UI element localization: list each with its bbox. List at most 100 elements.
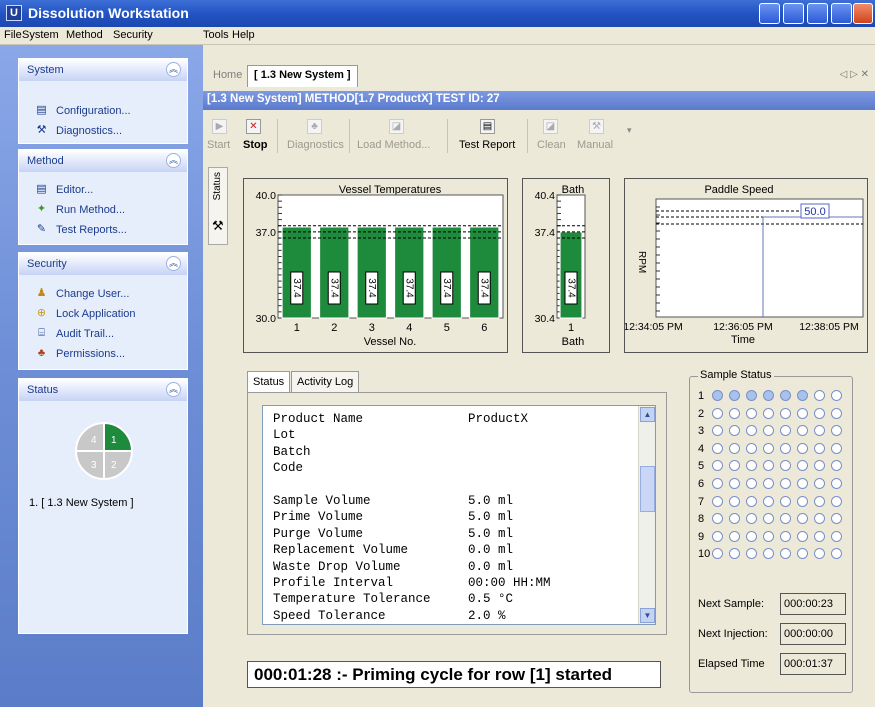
toolbar-separator xyxy=(277,119,278,153)
status-panel-content: Media Volume900.0 mlSpeed Tolerance2.0 %… xyxy=(247,392,667,635)
parameter-list[interactable]: Media Volume900.0 mlSpeed Tolerance2.0 %… xyxy=(262,405,656,625)
quadrant-label-2: 2 xyxy=(111,460,117,471)
sample-indicator xyxy=(746,425,757,437)
sample-indicator xyxy=(763,407,774,419)
scroll-up-icon[interactable]: ▲ xyxy=(640,407,655,422)
security-panel-header[interactable]: Security ︽ xyxy=(19,253,187,275)
sample-indicator xyxy=(712,548,723,560)
sample-row-number: 4 xyxy=(698,442,705,455)
tab-home[interactable]: Home xyxy=(213,69,242,81)
status-panel-header[interactable]: Status ︽ xyxy=(19,379,187,401)
sidebar-item-change-user[interactable]: ♟ Change User... xyxy=(19,284,187,304)
menu-tools[interactable]: Tools xyxy=(203,29,229,41)
scroll-thumb[interactable] xyxy=(640,466,655,512)
sample-indicator xyxy=(797,530,808,542)
collapse-up-icon[interactable]: ︽ xyxy=(166,153,181,168)
paddle-y-label: RPM xyxy=(636,251,647,273)
sidebar-item-diagnostics[interactable]: ⚒ Diagnostics... xyxy=(19,121,187,141)
sample-indicator xyxy=(746,513,757,525)
manual-button[interactable]: ⚒ Manual xyxy=(573,115,619,157)
sidebar-item-lock-application[interactable]: ⊕ Lock Application xyxy=(19,304,187,324)
test-report-button[interactable]: ▤ Test Report xyxy=(455,115,521,157)
maximize-button[interactable] xyxy=(831,3,852,24)
system-status-wheel[interactable]: 1 2 3 4 xyxy=(19,413,189,493)
sample-indicator xyxy=(729,460,740,472)
sample-indicator xyxy=(746,460,757,472)
sample-indicator xyxy=(780,513,791,525)
sample-indicator xyxy=(712,460,723,472)
sample-indicator xyxy=(780,442,791,454)
sidebar-item-run-method[interactable]: ✦ Run Method... xyxy=(19,200,187,220)
parameter-value: 2.0 % xyxy=(468,608,506,623)
collapse-up-icon[interactable]: ︽ xyxy=(166,382,181,397)
restore-icon[interactable] xyxy=(759,3,780,24)
tab-new-system[interactable]: [ 1.3 New System ] xyxy=(247,65,358,87)
stop-button[interactable]: ✕ Stop xyxy=(239,115,269,157)
quadrant-label-3: 3 xyxy=(91,460,97,471)
sample-indicator xyxy=(814,442,825,454)
collapse-up-icon[interactable]: ︽ xyxy=(166,62,181,77)
sample-indicator xyxy=(746,548,757,560)
diagnostics-button[interactable]: ♣ Diagnostics xyxy=(283,115,345,157)
close-button[interactable] xyxy=(853,3,873,24)
toolbar-separator xyxy=(527,119,528,153)
sidebar-item-test-reports[interactable]: ✎ Test Reports... xyxy=(19,220,187,240)
sample-indicator xyxy=(780,390,791,401)
sample-indicator xyxy=(712,407,723,419)
menu-system[interactable]: System xyxy=(22,29,59,41)
sample-row-number: 10 xyxy=(698,548,711,561)
sample-indicator xyxy=(814,390,825,401)
method-panel-title: Method xyxy=(27,155,64,167)
sample-indicator xyxy=(729,390,740,401)
quadrant-4[interactable] xyxy=(74,421,105,452)
tab-status[interactable]: Status xyxy=(247,371,291,393)
parameter-value: 0.0 ml xyxy=(468,559,514,574)
tab-scroll-icon[interactable]: ◁ ▷ ✕ xyxy=(840,69,869,80)
sidebar-item-editor[interactable]: ▤ Editor... xyxy=(19,180,187,200)
menu-help[interactable]: Help xyxy=(232,29,255,41)
sidebar: System ︽ ▤ Configuration... ⚒ Diagnostic… xyxy=(0,45,203,707)
sample-indicator xyxy=(746,478,757,489)
toolbar-separator xyxy=(447,119,448,153)
sample-indicator xyxy=(780,425,791,437)
system-panel: System ︽ ▤ Configuration... ⚒ Diagnostic… xyxy=(18,58,188,144)
security-panel-title: Security xyxy=(27,258,67,270)
clean-button[interactable]: ◪ Clean xyxy=(533,115,569,157)
sample-indicator xyxy=(763,478,774,489)
quadrant-1[interactable] xyxy=(103,421,134,452)
load-method-button[interactable]: ◪ Load Method... xyxy=(353,115,437,157)
quadrant-label-4: 4 xyxy=(91,435,97,446)
scroll-down-icon[interactable]: ▼ xyxy=(640,608,655,623)
sidebar-item-configuration[interactable]: ▤ Configuration... xyxy=(19,101,187,121)
tab-status-side[interactable]: Status ⚒ xyxy=(208,167,228,245)
parameter-name: Batch xyxy=(273,444,311,459)
sample-indicator xyxy=(814,530,825,542)
quadrant-3[interactable] xyxy=(74,450,105,481)
paddle-chart-title: Paddle Speed xyxy=(704,184,773,196)
layout-icon[interactable] xyxy=(783,3,804,24)
menu-method[interactable]: Method xyxy=(66,29,103,41)
hammer-icon: ⚒ xyxy=(36,124,47,136)
security-panel: Security ︽ ♟ Change User... ⊕ Lock Appli… xyxy=(18,252,188,370)
start-button[interactable]: ▶ Start xyxy=(205,115,235,157)
vessel_chart-category-label: 6 xyxy=(481,322,487,334)
menu-file[interactable]: File xyxy=(4,29,22,41)
system-panel-header[interactable]: System ︽ xyxy=(19,59,187,81)
sample-indicator xyxy=(831,425,842,437)
quadrant-2[interactable] xyxy=(103,450,134,481)
method-panel-header[interactable]: Method ︽ xyxy=(19,150,187,172)
parameter-value: 5.0 ml xyxy=(468,526,514,541)
menu-security[interactable]: Security xyxy=(113,29,153,41)
minimize-button[interactable] xyxy=(807,3,828,24)
vessel_chart-x-label: Vessel No. xyxy=(364,336,417,348)
sidebar-item-permissions[interactable]: ♣ Permissions... xyxy=(19,344,187,364)
sample-row-number: 7 xyxy=(698,495,705,508)
toolbar-overflow-icon[interactable]: ▾ xyxy=(627,125,632,136)
vertical-scrollbar[interactable]: ▲ ▼ xyxy=(638,406,655,624)
tab-activity-log[interactable]: Activity Log xyxy=(291,371,360,393)
sidebar-item-audit-trail[interactable]: ⌸ Audit Trail... xyxy=(19,324,187,344)
system-list-item[interactable]: 1. [ 1.3 New System ] xyxy=(29,497,134,509)
sample-indicator xyxy=(729,425,740,437)
collapse-up-icon[interactable]: ︽ xyxy=(166,256,181,271)
run-header: [1.3 New System] METHOD[1.7 ProductX] TE… xyxy=(203,91,875,110)
